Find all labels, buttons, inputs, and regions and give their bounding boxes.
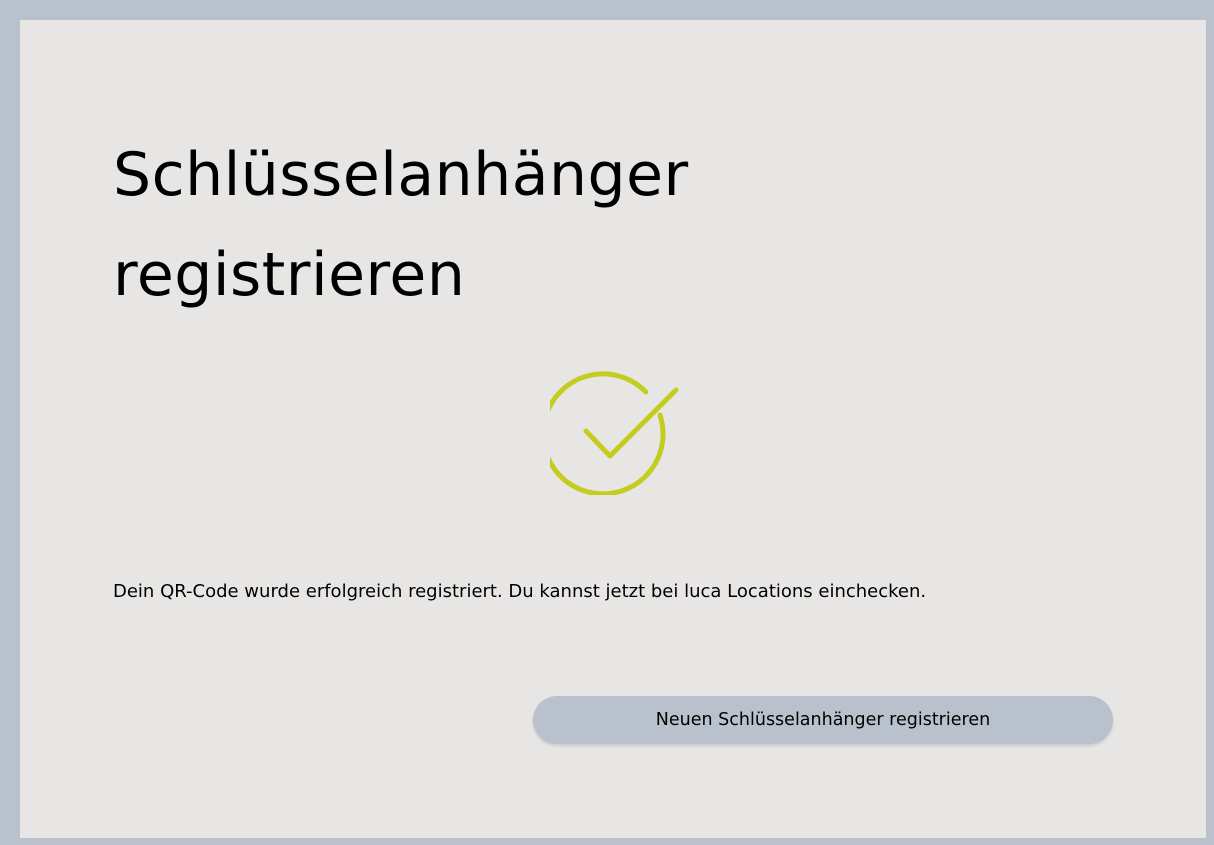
success-message: Dein QR-Code wurde erfolgreich registrie… [113, 581, 927, 602]
registration-card: Schlüsselanhänger registrieren Dein QR-C… [20, 20, 1206, 838]
register-new-keyfob-button[interactable]: Neuen Schlüsselanhänger registrieren [533, 696, 1113, 744]
check-circle-icon [540, 370, 680, 497]
page-title: Schlüsselanhänger registrieren [113, 140, 689, 310]
